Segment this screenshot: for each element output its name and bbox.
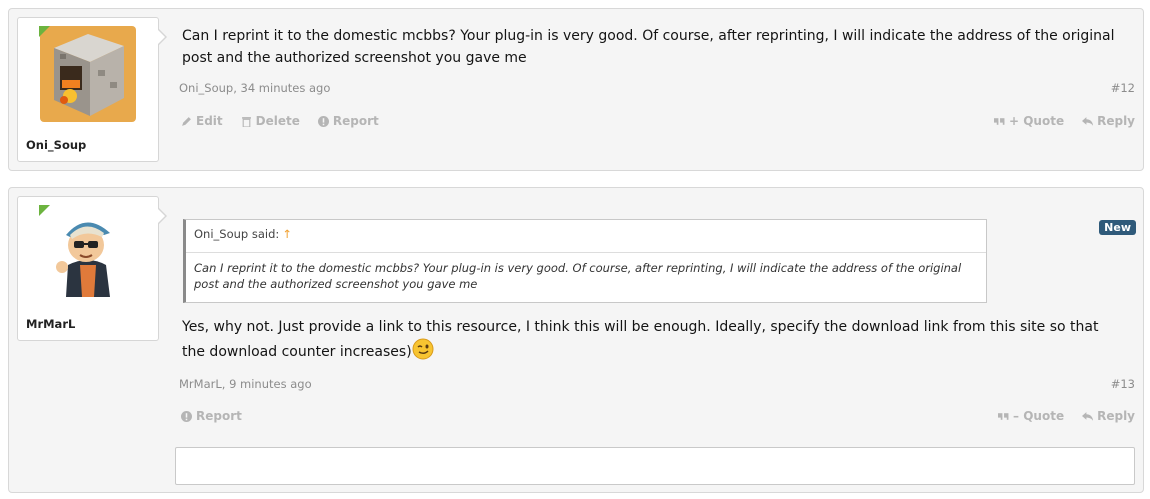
message-meta[interactable]: Oni_Soup, 34 minutes ago: [179, 81, 330, 95]
post-actions-left: Report: [181, 409, 242, 423]
alert-circle-icon: [317, 115, 329, 127]
post-permalink[interactable]: #13: [1111, 377, 1135, 391]
quick-reply-box[interactable]: [175, 447, 1135, 485]
username[interactable]: MrMarL: [26, 317, 75, 331]
edit-button[interactable]: Edit: [181, 114, 223, 128]
post-actions-left: Edit Delete Report: [181, 114, 379, 128]
message-text: Yes, why not. Just provide a link to thi…: [182, 319, 1099, 360]
reply-arrow-icon: [1082, 411, 1094, 421]
quote-marks-icon: [998, 412, 1009, 420]
user-block-arrow: [157, 28, 167, 46]
quote-author: Oni_Soup said:: [194, 227, 280, 241]
trash-icon: [241, 116, 251, 127]
username[interactable]: Oni_Soup: [26, 138, 86, 152]
cartoon-boy-cap-icon: [40, 205, 136, 301]
alert-circle-icon: [181, 410, 192, 422]
reply-button[interactable]: Reply: [1082, 409, 1135, 423]
avatar[interactable]: [40, 26, 136, 122]
quote-divider: [186, 252, 986, 253]
avatar[interactable]: [40, 205, 136, 301]
message-meta[interactable]: MrMarL, 9 minutes ago: [179, 377, 312, 391]
jump-to-quoted-icon[interactable]: ↑: [282, 227, 292, 241]
post-actions-right: + Quote Reply: [993, 114, 1135, 128]
online-indicator: [39, 26, 50, 37]
quote-button[interactable]: – Quote: [998, 409, 1064, 423]
report-button[interactable]: Report: [181, 409, 242, 423]
reply-button[interactable]: Reply: [1082, 114, 1135, 128]
post-13: MrMarL New Oni_Soup said: ↑ Can I reprint…: [8, 187, 1144, 493]
quote-text: Can I reprint it to the domestic mcbbs? …: [194, 261, 962, 291]
message-user-info: Oni_Soup: [17, 17, 167, 162]
furnace-block-icon: [40, 26, 136, 122]
wink-emoji-icon: [412, 338, 434, 360]
reply-arrow-icon: [1082, 116, 1094, 126]
report-button[interactable]: Report: [317, 114, 379, 128]
reply-label: Reply: [1097, 409, 1135, 423]
user-block-arrow: [157, 207, 167, 225]
report-label: Report: [196, 409, 242, 423]
post-permalink[interactable]: #12: [1111, 81, 1135, 95]
reply-label: Reply: [1097, 114, 1135, 128]
delete-button[interactable]: Delete: [241, 114, 300, 128]
online-indicator: [39, 205, 50, 216]
post-12: Oni_Soup Can I reprint it to the domesti…: [8, 8, 1144, 171]
message-user-info: MrMarL: [17, 196, 167, 341]
quote-marks-icon: [993, 117, 1005, 125]
quote-attribution[interactable]: Oni_Soup said: ↑: [194, 227, 292, 241]
pencil-icon: [182, 116, 191, 126]
message-text: Can I reprint it to the domestic mcbbs? …: [182, 28, 1115, 66]
quote-block: Oni_Soup said: ↑ Can I reprint it to the …: [183, 219, 987, 303]
post-actions-right: – Quote Reply: [998, 409, 1135, 423]
message-text-wrap: Yes, why not. Just provide a link to thi…: [182, 316, 1112, 363]
edit-label: Edit: [196, 114, 223, 128]
report-label: Report: [332, 114, 379, 128]
delete-label: Delete: [255, 114, 300, 128]
new-badge: New: [1099, 220, 1136, 235]
quote-label: – Quote: [1013, 409, 1065, 423]
quote-label: + Quote: [1008, 114, 1065, 128]
quote-button[interactable]: + Quote: [993, 114, 1065, 128]
